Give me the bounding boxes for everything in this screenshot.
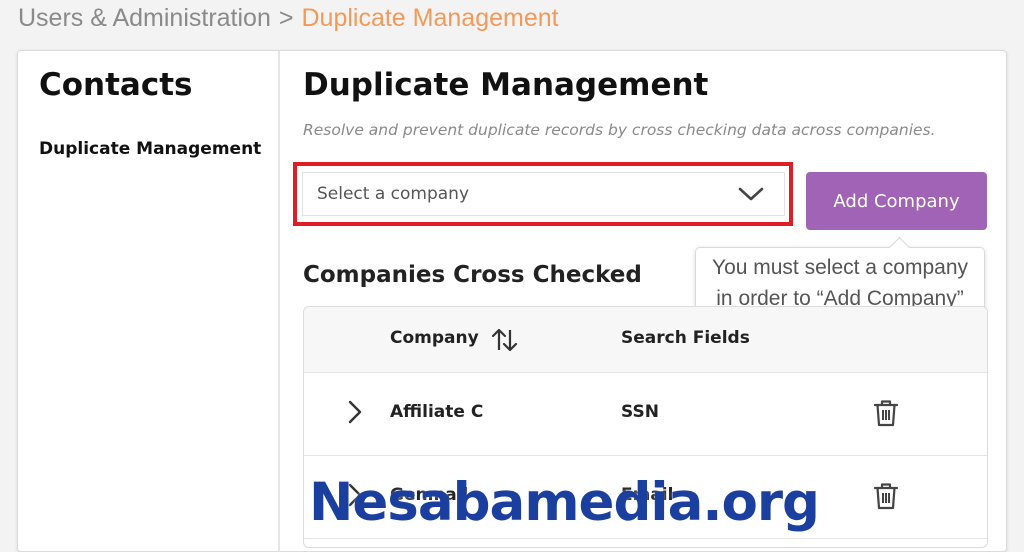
column-header-company[interactable]: Company [390, 328, 479, 348]
chevron-down-icon [738, 185, 764, 207]
company-select[interactable]: Select a company [302, 172, 785, 216]
search-fields-cell: SSN [621, 402, 659, 422]
add-company-button[interactable]: Add Company [806, 172, 987, 230]
trash-icon[interactable] [872, 481, 900, 515]
sidebar: Contacts Duplicate Management [18, 51, 280, 551]
breadcrumb-parent[interactable]: Users & Administration [18, 4, 271, 32]
sort-icon[interactable] [490, 326, 518, 358]
chevron-right-icon[interactable] [346, 400, 364, 428]
column-header-search-fields: Search Fields [621, 328, 750, 348]
breadcrumb-current: Duplicate Management [301, 4, 559, 32]
table-header: Company Search Fields [304, 307, 987, 373]
sidebar-title: Contacts [39, 67, 193, 103]
trash-icon[interactable] [872, 398, 900, 432]
section-title: Companies Cross Checked [303, 262, 642, 288]
watermark-text: Nesabamedia.org [309, 472, 820, 533]
company-cell: Affiliate C [390, 402, 484, 422]
sidebar-item-duplicate-management[interactable]: Duplicate Management [39, 139, 261, 159]
page-title: Duplicate Management [303, 67, 709, 103]
breadcrumb-separator: > [278, 4, 294, 32]
tooltip-line-1: You must select a company [711, 256, 969, 279]
breadcrumb: Users & Administration > Duplicate Managem… [18, 4, 559, 33]
company-select-placeholder: Select a company [317, 184, 470, 204]
page-subtitle: Resolve and prevent duplicate records by… [303, 121, 936, 139]
table-row: Affiliate C SSN [304, 373, 987, 456]
